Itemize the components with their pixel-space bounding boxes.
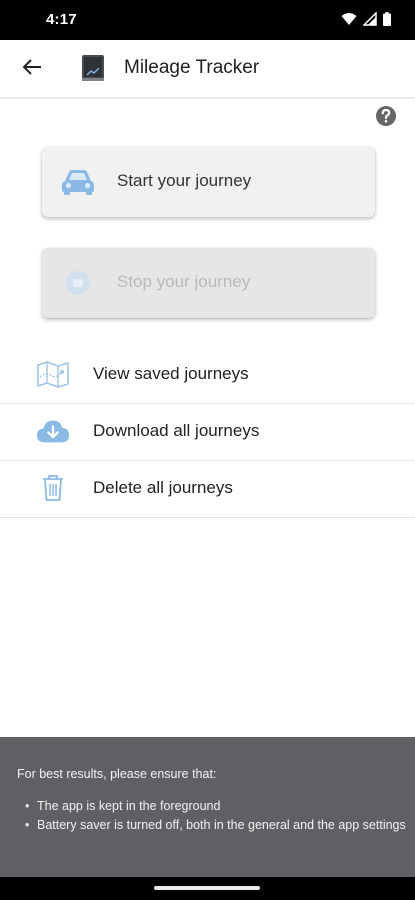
list-item-label: View saved journeys (93, 364, 249, 383)
signal-icon (363, 12, 377, 26)
status-bar: 4:17 (0, 0, 415, 40)
status-time: 4:17 (46, 11, 77, 28)
stop-journey-button[interactable]: Stop your journey (42, 248, 375, 318)
tip-item: Battery saver is turned off, both in the… (25, 817, 407, 833)
help-circle-icon (375, 106, 397, 131)
home-gesture-handle[interactable] (154, 886, 260, 890)
app-bar: Mileage Tracker (0, 40, 415, 98)
start-journey-label: Start your journey (117, 171, 252, 190)
arrow-left-icon (22, 58, 42, 81)
list-item-label: Download all journeys (93, 421, 260, 440)
stop-circle-icon (60, 267, 96, 299)
tip-item: The app is kept in the foreground (25, 798, 407, 814)
battery-icon (383, 12, 391, 26)
list-item-view-saved[interactable]: View saved journeys (0, 346, 415, 403)
tips-list: The app is kept in the foreground Batter… (25, 798, 407, 836)
app-logo-icon (81, 54, 105, 82)
tips-intro: For best results, please ensure that: (17, 767, 217, 781)
status-icons (341, 12, 391, 26)
divider (0, 517, 415, 518)
page-title: Mileage Tracker (124, 57, 260, 78)
back-button[interactable] (14, 54, 50, 84)
help-button[interactable] (375, 105, 397, 127)
start-journey-button[interactable]: Start your journey (42, 147, 375, 217)
system-nav-bar (0, 877, 415, 900)
list-item-delete-all[interactable]: Delete all journeys (0, 460, 415, 517)
list-item-download-all[interactable]: Download all journeys (0, 403, 415, 460)
stop-journey-label: Stop your journey (117, 272, 251, 291)
tips-panel: For best results, please ensure that: Th… (0, 737, 415, 877)
car-icon (60, 166, 96, 198)
trash-icon (36, 472, 70, 504)
map-icon (36, 358, 70, 390)
cloud-download-icon (36, 415, 70, 447)
list-item-label: Delete all journeys (93, 478, 233, 497)
wifi-icon (341, 12, 357, 26)
